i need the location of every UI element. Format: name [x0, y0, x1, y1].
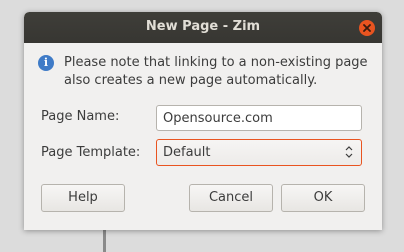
updown-arrows-icon [345, 146, 353, 158]
window-title: New Page - Zim [145, 19, 261, 34]
info-icon: i [38, 55, 54, 71]
background-divider [103, 230, 106, 252]
page-name-input[interactable] [156, 105, 362, 131]
new-page-dialog: New Page - Zim i Please note that linkin… [24, 12, 382, 230]
page-name-label: Page Name: [41, 109, 120, 124]
page-template-value: Default [163, 145, 211, 160]
help-button[interactable]: Help [41, 184, 125, 212]
title-bar[interactable]: New Page - Zim [24, 12, 382, 43]
cancel-button[interactable]: Cancel [189, 184, 273, 212]
close-button[interactable] [359, 20, 375, 36]
page-template-label: Page Template: [41, 145, 141, 160]
info-message: Please note that linking to a non-existi… [64, 55, 368, 88]
close-icon [363, 24, 371, 32]
ok-button[interactable]: OK [281, 184, 365, 212]
page-template-select[interactable]: Default [156, 139, 362, 166]
